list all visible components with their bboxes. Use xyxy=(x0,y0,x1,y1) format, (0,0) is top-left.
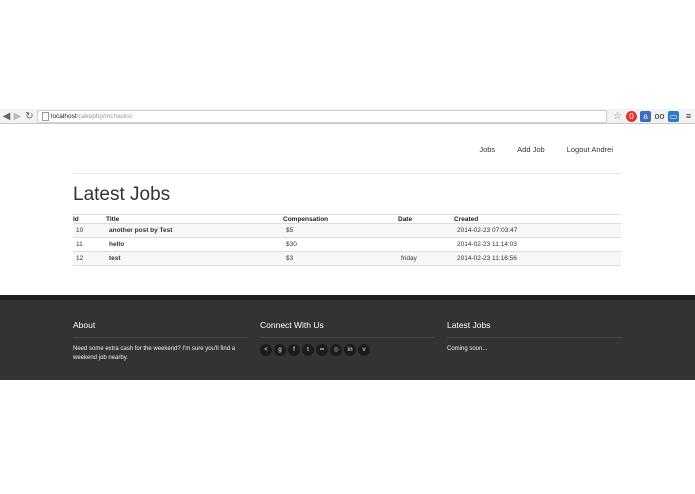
footer-latest-text: Coming soon... xyxy=(447,346,488,352)
footer-about: About Need some extra cash for the weeke… xyxy=(73,320,248,362)
table-row[interactable]: 12 test $3 friday 2014-02-23 11:16:56 xyxy=(73,251,621,266)
dribbble-icon[interactable]: ◎ xyxy=(330,344,342,356)
cell-created: 2014-02-23 11:14:03 xyxy=(454,237,621,252)
adblock-icon[interactable]: 0 xyxy=(626,111,637,122)
cell-created: 2014-02-23 07:03:47 xyxy=(454,223,621,238)
footer-divider xyxy=(260,337,435,338)
reload-icon[interactable]: ↻ xyxy=(24,111,35,122)
page-icon xyxy=(42,112,49,121)
social-links: < g f t •• ◎ in v xyxy=(260,344,435,356)
header-title: Title xyxy=(106,214,283,224)
cell-compensation: $3 xyxy=(283,251,398,266)
cell-id: 12 xyxy=(73,251,106,266)
footer: About Need some extra cash for the weeke… xyxy=(0,300,695,380)
table-row[interactable]: 11 hello $30 2014-02-23 11:14:03 xyxy=(73,237,621,252)
vimeo-icon[interactable]: v xyxy=(358,344,370,356)
page: ◀ ▶ ↻ localhost/cakephp/mchacks/ ☆ 0 a o… xyxy=(0,0,695,494)
linkedin-icon[interactable]: in xyxy=(344,344,356,356)
table-header-row: Id Title Compensation Date Created xyxy=(73,214,621,224)
page-title: Latest Jobs xyxy=(73,184,171,205)
cell-created: 2014-02-23 11:16:56 xyxy=(454,251,621,266)
divider xyxy=(73,173,621,174)
table-row[interactable]: 10 another post by Test $5 2014-02-23 07… xyxy=(73,223,621,238)
header-created: Created xyxy=(454,214,621,224)
footer-about-title: About xyxy=(73,320,96,330)
cell-title: hello xyxy=(106,237,283,252)
window-icon[interactable]: ▭ xyxy=(668,111,679,122)
footer-connect-title: Connect With Us xyxy=(260,320,324,330)
google-plus-icon[interactable]: g xyxy=(274,344,286,356)
cell-id: 10 xyxy=(73,223,106,238)
twitter-icon[interactable]: t xyxy=(302,344,314,356)
footer-divider xyxy=(73,337,248,338)
nav-jobs-link[interactable]: Jobs xyxy=(457,145,495,154)
footer-divider xyxy=(447,337,622,338)
address-bar[interactable]: localhost/cakephp/mchacks/ xyxy=(37,110,607,123)
cell-title: another post by Test xyxy=(106,223,283,238)
site-nav: Jobs Add Job Logout Andrei xyxy=(457,145,613,154)
url-host: localhost xyxy=(51,113,77,120)
jobs-table: Id Title Compensation Date Created 10 an… xyxy=(73,214,621,266)
footer-latest-title: Latest Jobs xyxy=(447,320,491,330)
nav-add-job-link[interactable]: Add Job xyxy=(495,145,545,154)
browser-toolbar: ◀ ▶ ↻ localhost/cakephp/mchacks/ ☆ 0 a o… xyxy=(0,109,695,124)
header-id: Id xyxy=(73,214,106,224)
footer-connect: Connect With Us < g f t •• ◎ in v xyxy=(260,320,435,356)
nav-logout-link[interactable]: Logout Andrei xyxy=(545,145,613,154)
cell-compensation: $5 xyxy=(283,223,398,238)
flickr-icon[interactable]: •• xyxy=(316,344,328,356)
menu-icon[interactable]: ≡ xyxy=(683,111,694,122)
footer-about-text: Need some extra cash for the weekend? I'… xyxy=(73,346,236,361)
cell-date xyxy=(398,223,454,238)
header-date: Date xyxy=(398,214,454,224)
extension-icon[interactable]: a xyxy=(640,111,651,122)
cell-compensation: $30 xyxy=(283,237,398,252)
url-text: localhost/cakephp/mchacks/ xyxy=(51,111,132,122)
cell-date: friday xyxy=(398,251,454,266)
star-icon[interactable]: ☆ xyxy=(612,111,623,122)
cell-id: 11 xyxy=(73,237,106,252)
header-compensation: Compensation xyxy=(283,214,398,224)
url-path: /cakephp/mchacks/ xyxy=(76,113,133,120)
share-icon[interactable]: < xyxy=(260,344,272,356)
cell-date xyxy=(398,237,454,252)
forward-arrow-icon[interactable]: ▶ xyxy=(12,111,23,122)
glasses-icon[interactable]: oo xyxy=(654,111,665,122)
back-arrow-icon[interactable]: ◀ xyxy=(1,111,12,122)
facebook-icon[interactable]: f xyxy=(288,344,300,356)
footer-latest: Latest Jobs Coming soon... xyxy=(447,320,622,354)
cell-title: test xyxy=(106,251,283,266)
